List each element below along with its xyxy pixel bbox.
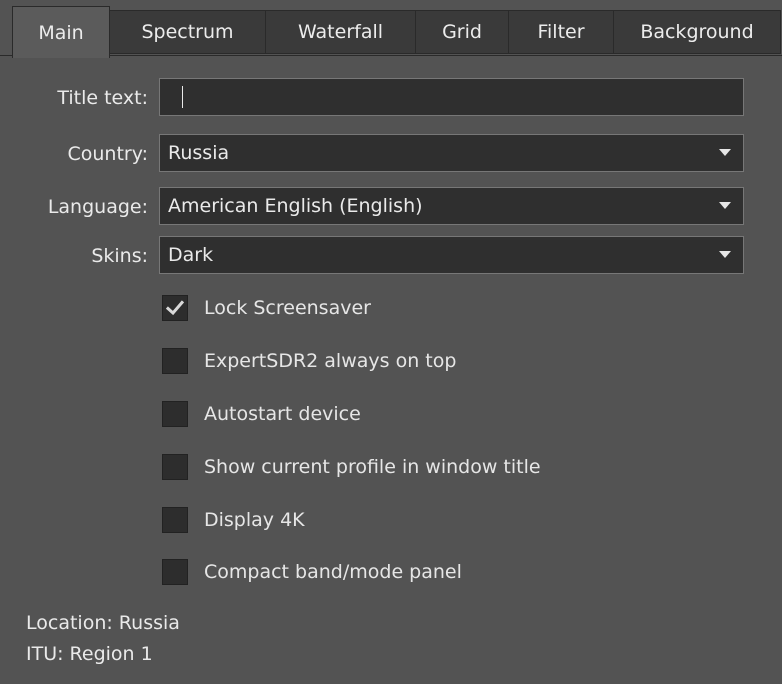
tab-spectrum[interactable]: Spectrum [109, 10, 266, 54]
country-label: Country: [67, 143, 149, 165]
text-cursor [182, 86, 183, 108]
language-value: American English (English) [168, 195, 423, 217]
tab-bar: Main Spectrum Waterfall Grid Filter Back… [0, 0, 782, 58]
skins-label: Skins: [91, 245, 148, 267]
title-text-input[interactable] [159, 78, 744, 116]
location-text: Location: Russia [26, 612, 180, 634]
tab-label: Waterfall [297, 21, 384, 43]
chevron-down-icon [719, 202, 731, 209]
checkbox-box[interactable] [162, 507, 188, 533]
autostart-device-checkbox[interactable]: Autostart device [162, 399, 361, 429]
title-text-label: Title text: [57, 87, 148, 109]
checkbox-box[interactable] [162, 401, 188, 427]
skins-select[interactable]: Dark [159, 236, 744, 274]
always-on-top-checkbox[interactable]: ExpertSDR2 always on top [162, 346, 456, 376]
display-4k-checkbox[interactable]: Display 4K [162, 505, 305, 535]
chevron-down-icon [719, 251, 731, 258]
tab-main[interactable]: Main [12, 6, 110, 58]
checkbox-box[interactable] [162, 454, 188, 480]
tab-grid[interactable]: Grid [415, 10, 509, 54]
tab-label: Main [38, 21, 84, 44]
checkbox-box[interactable] [162, 348, 188, 374]
itu-region-text: ITU: Region 1 [26, 643, 153, 665]
country-select[interactable]: Russia [159, 134, 744, 172]
tab-waterfall[interactable]: Waterfall [265, 10, 416, 54]
tab-background[interactable]: Background [613, 10, 781, 54]
tab-label: Grid [442, 21, 482, 43]
checkbox-label: Show current profile in window title [204, 456, 541, 478]
tab-label: Background [640, 21, 754, 43]
checkbox-label: Display 4K [204, 509, 305, 531]
checkbox-label: Lock Screensaver [204, 297, 371, 319]
settings-window: Main Spectrum Waterfall Grid Filter Back… [0, 0, 782, 684]
tab-label: Spectrum [141, 21, 234, 43]
checkbox-label: ExpertSDR2 always on top [204, 350, 457, 372]
checkbox-label: Compact band/mode panel [204, 561, 462, 583]
checkbox-box[interactable] [162, 559, 188, 585]
tab-filter[interactable]: Filter [508, 10, 614, 54]
tab-label: Filter [537, 21, 585, 43]
skins-value: Dark [168, 244, 214, 266]
chevron-down-icon [719, 149, 731, 156]
country-value: Russia [168, 142, 230, 164]
language-label: Language: [47, 196, 148, 218]
checkbox-box[interactable] [162, 295, 188, 321]
compact-band-panel-checkbox[interactable]: Compact band/mode panel [162, 557, 462, 587]
language-select[interactable]: American English (English) [159, 187, 744, 225]
checkbox-label: Autostart device [204, 403, 361, 425]
show-profile-title-checkbox[interactable]: Show current profile in window title [162, 452, 541, 482]
checkmark-icon [166, 300, 184, 316]
lock-screensaver-checkbox[interactable]: Lock Screensaver [162, 293, 371, 323]
